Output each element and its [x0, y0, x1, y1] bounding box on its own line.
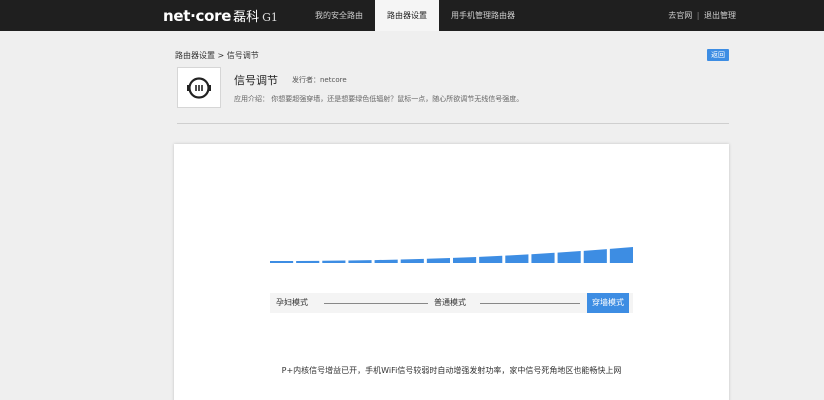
- mode-wall-penetration[interactable]: 穿墙模式: [587, 293, 629, 313]
- breadcrumb-separator: >: [217, 51, 225, 60]
- mode-pregnant[interactable]: 孕妇模式: [276, 293, 308, 313]
- signal-level-segment[interactable]: [426, 258, 450, 263]
- signal-tip: P+内核信号增益已开，手机WiFi信号较弱时自动增强发射功率，家中信号死角地区也…: [281, 366, 622, 375]
- signal-panel: 孕妇模式 普通模式 穿墙模式 P+内核信号增益已开，手机WiFi信号较弱时自动增…: [174, 144, 729, 400]
- top-links: 去官网 | 退出管理: [668, 0, 736, 31]
- signal-level-segment[interactable]: [557, 251, 581, 263]
- link-separator: |: [696, 11, 700, 20]
- app-description: 应用介绍： 你想要超强穿墙，还是想要绿色低辐射？鼠标一点，随心所欲调节无线信号强…: [234, 95, 524, 103]
- app-icon-box: [177, 67, 221, 108]
- signal-level-segment[interactable]: [609, 247, 633, 263]
- top-bar: net·core 磊科 G1 我的安全路由 路由器设置 用手机管理路由器 去官网…: [0, 0, 824, 31]
- nav-mobile-manage[interactable]: 用手机管理路由器: [439, 0, 527, 31]
- signal-level-segment[interactable]: [479, 255, 503, 263]
- signal-level-segment[interactable]: [583, 249, 607, 263]
- official-site-link[interactable]: 去官网: [668, 11, 692, 20]
- breadcrumb: 路由器设置 > 信号调节: [175, 50, 259, 61]
- signal-strength-bars[interactable]: [270, 243, 633, 263]
- nav-router-settings[interactable]: 路由器设置: [375, 0, 439, 31]
- signal-level-segment[interactable]: [374, 259, 398, 263]
- main-nav: 我的安全路由 路由器设置 用手机管理路由器: [303, 0, 527, 31]
- signal-adjust-icon: [187, 76, 211, 99]
- breadcrumb-parent[interactable]: 路由器设置: [175, 51, 215, 60]
- mode-track-right: [480, 303, 580, 304]
- logo-model-text: G1: [262, 11, 278, 24]
- signal-level-segment[interactable]: [270, 260, 294, 263]
- mode-track-left: [324, 303, 428, 304]
- app-publisher: 发行者：netcore: [292, 76, 347, 84]
- signal-level-segment[interactable]: [505, 254, 529, 263]
- signal-level-segment[interactable]: [322, 260, 346, 263]
- signal-level-segment[interactable]: [531, 252, 555, 263]
- header-divider: [177, 123, 729, 124]
- back-button[interactable]: 返回: [707, 49, 729, 61]
- signal-level-segment[interactable]: [400, 258, 424, 263]
- brand-logo[interactable]: net·core 磊科 G1: [163, 6, 278, 26]
- logout-link[interactable]: 退出管理: [704, 11, 736, 20]
- breadcrumb-current: 信号调节: [226, 51, 259, 60]
- nav-my-router[interactable]: 我的安全路由: [303, 0, 375, 31]
- app-title: 信号调节: [234, 74, 278, 87]
- signal-level-segment[interactable]: [296, 260, 320, 263]
- signal-level-segment[interactable]: [453, 256, 477, 263]
- logo-brand-text: net·core: [163, 7, 232, 25]
- signal-level-segment[interactable]: [348, 260, 372, 263]
- mode-selector: 孕妇模式 普通模式 穿墙模式: [270, 293, 633, 313]
- logo-cn-text: 磊科: [233, 10, 260, 25]
- mode-normal[interactable]: 普通模式: [434, 293, 466, 313]
